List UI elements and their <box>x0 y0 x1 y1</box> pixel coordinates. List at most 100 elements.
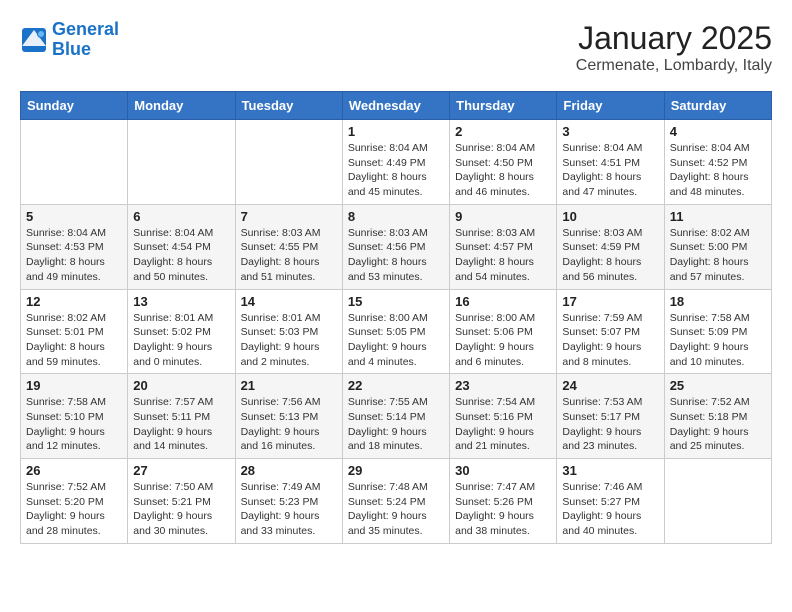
day-info: Sunrise: 7:52 AM Sunset: 5:18 PM Dayligh… <box>670 395 766 454</box>
day-info: Sunrise: 8:04 AM Sunset: 4:52 PM Dayligh… <box>670 141 766 200</box>
day-number: 30 <box>455 463 551 478</box>
day-number: 13 <box>133 294 229 309</box>
calendar-cell: 5Sunrise: 8:04 AM Sunset: 4:53 PM Daylig… <box>21 204 128 289</box>
day-info: Sunrise: 7:46 AM Sunset: 5:27 PM Dayligh… <box>562 480 658 539</box>
calendar-cell: 7 Sunrise: 8:03 AM Sunset: 4:55 PM Daylig… <box>235 204 342 289</box>
day-info: Sunrise: 8:02 AM Sunset: 5:01 PM Dayligh… <box>26 311 122 370</box>
day-info: Sunrise: 8:03 AM Sunset: 4:57 PM Dayligh… <box>455 226 551 285</box>
day-number: 10 <box>562 209 658 224</box>
day-info: Sunrise: 8:04 AM Sunset: 4:50 PM Dayligh… <box>455 141 551 200</box>
day-number: 16 <box>455 294 551 309</box>
logo-icon <box>20 26 48 54</box>
calendar-cell <box>664 459 771 544</box>
day-info: Sunrise: 8:02 AM Sunset: 5:00 PM Dayligh… <box>670 226 766 285</box>
calendar-cell: 30 Sunrise: 7:47 AM Sunset: 5:26 PM Dayli… <box>450 459 557 544</box>
weekday-header: Tuesday <box>235 92 342 120</box>
weekday-header: Friday <box>557 92 664 120</box>
day-info: Sunrise: 7:57 AM Sunset: 5:11 PM Dayligh… <box>133 395 229 454</box>
calendar-cell <box>235 120 342 205</box>
day-number: 25 <box>670 378 766 393</box>
day-info: Sunrise: 7:50 AM Sunset: 5:21 PM Dayligh… <box>133 480 229 539</box>
calendar-cell: 21 Sunrise: 7:56 AM Sunset: 5:13 PM Dayli… <box>235 374 342 459</box>
calendar-week-row: 26 Sunrise: 7:52 AM Sunset: 5:20 PM Dayli… <box>21 459 772 544</box>
day-info: Sunrise: 7:58 AM Sunset: 5:10 PM Dayligh… <box>26 395 122 454</box>
day-number: 2 <box>455 124 551 139</box>
day-number: 22 <box>348 378 444 393</box>
weekday-header: Thursday <box>450 92 557 120</box>
day-number: 31 <box>562 463 658 478</box>
calendar-cell: 6 Sunrise: 8:04 AM Sunset: 4:54 PM Daylig… <box>128 204 235 289</box>
calendar-cell: 28Sunrise: 7:49 AM Sunset: 5:23 PM Dayli… <box>235 459 342 544</box>
day-info: Sunrise: 8:01 AM Sunset: 5:02 PM Dayligh… <box>133 311 229 370</box>
calendar-cell: 12 Sunrise: 8:02 AM Sunset: 5:01 PM Dayli… <box>21 289 128 374</box>
day-number: 12 <box>26 294 122 309</box>
day-number: 23 <box>455 378 551 393</box>
title-block: January 2025 Cermenate, Lombardy, Italy <box>576 20 772 75</box>
day-info: Sunrise: 8:00 AM Sunset: 5:05 PM Dayligh… <box>348 311 444 370</box>
calendar-cell: 11 Sunrise: 8:02 AM Sunset: 5:00 PM Dayli… <box>664 204 771 289</box>
day-info: Sunrise: 7:47 AM Sunset: 5:26 PM Dayligh… <box>455 480 551 539</box>
logo-line1: General <box>52 19 119 39</box>
weekday-header: Wednesday <box>342 92 449 120</box>
day-info: Sunrise: 8:04 AM Sunset: 4:54 PM Dayligh… <box>133 226 229 285</box>
day-number: 11 <box>670 209 766 224</box>
weekday-header: Saturday <box>664 92 771 120</box>
page-header: General Blue January 2025 Cermenate, Lom… <box>20 20 772 75</box>
day-info: Sunrise: 7:49 AM Sunset: 5:23 PM Dayligh… <box>241 480 337 539</box>
day-info: Sunrise: 8:04 AM Sunset: 4:53 PM Dayligh… <box>26 226 122 285</box>
location: Cermenate, Lombardy, Italy <box>576 57 772 75</box>
day-info: Sunrise: 8:03 AM Sunset: 4:55 PM Dayligh… <box>241 226 337 285</box>
calendar-cell: 13 Sunrise: 8:01 AM Sunset: 5:02 PM Dayli… <box>128 289 235 374</box>
calendar-cell <box>128 120 235 205</box>
calendar-cell: 27 Sunrise: 7:50 AM Sunset: 5:21 PM Dayli… <box>128 459 235 544</box>
calendar-cell: 10 Sunrise: 8:03 AM Sunset: 4:59 PM Dayli… <box>557 204 664 289</box>
day-info: Sunrise: 7:55 AM Sunset: 5:14 PM Dayligh… <box>348 395 444 454</box>
calendar-cell: 31 Sunrise: 7:46 AM Sunset: 5:27 PM Dayli… <box>557 459 664 544</box>
day-info: Sunrise: 7:56 AM Sunset: 5:13 PM Dayligh… <box>241 395 337 454</box>
calendar-week-row: 19 Sunrise: 7:58 AM Sunset: 5:10 PM Dayli… <box>21 374 772 459</box>
day-number: 19 <box>26 378 122 393</box>
day-number: 24 <box>562 378 658 393</box>
day-number: 4 <box>670 124 766 139</box>
calendar-cell: 8Sunrise: 8:03 AM Sunset: 4:56 PM Daylig… <box>342 204 449 289</box>
day-info: Sunrise: 8:01 AM Sunset: 5:03 PM Dayligh… <box>241 311 337 370</box>
calendar-cell: 22 Sunrise: 7:55 AM Sunset: 5:14 PM Dayli… <box>342 374 449 459</box>
day-info: Sunrise: 7:58 AM Sunset: 5:09 PM Dayligh… <box>670 311 766 370</box>
day-info: Sunrise: 8:04 AM Sunset: 4:51 PM Dayligh… <box>562 141 658 200</box>
calendar-cell: 19 Sunrise: 7:58 AM Sunset: 5:10 PM Dayli… <box>21 374 128 459</box>
calendar-cell: 15 Sunrise: 8:00 AM Sunset: 5:05 PM Dayli… <box>342 289 449 374</box>
day-info: Sunrise: 7:52 AM Sunset: 5:20 PM Dayligh… <box>26 480 122 539</box>
day-number: 9 <box>455 209 551 224</box>
day-number: 3 <box>562 124 658 139</box>
day-number: 26 <box>26 463 122 478</box>
calendar-cell: 23Sunrise: 7:54 AM Sunset: 5:16 PM Dayli… <box>450 374 557 459</box>
day-number: 21 <box>241 378 337 393</box>
day-info: Sunrise: 7:53 AM Sunset: 5:17 PM Dayligh… <box>562 395 658 454</box>
day-number: 17 <box>562 294 658 309</box>
day-info: Sunrise: 7:59 AM Sunset: 5:07 PM Dayligh… <box>562 311 658 370</box>
calendar-cell <box>21 120 128 205</box>
calendar-week-row: 5Sunrise: 8:04 AM Sunset: 4:53 PM Daylig… <box>21 204 772 289</box>
day-number: 29 <box>348 463 444 478</box>
day-number: 6 <box>133 209 229 224</box>
calendar-header-row: SundayMondayTuesdayWednesdayThursdayFrid… <box>21 92 772 120</box>
calendar-cell: 18 Sunrise: 7:58 AM Sunset: 5:09 PM Dayli… <box>664 289 771 374</box>
day-number: 27 <box>133 463 229 478</box>
day-number: 20 <box>133 378 229 393</box>
day-number: 7 <box>241 209 337 224</box>
calendar-cell: 16Sunrise: 8:00 AM Sunset: 5:06 PM Dayli… <box>450 289 557 374</box>
calendar-cell: 26 Sunrise: 7:52 AM Sunset: 5:20 PM Dayli… <box>21 459 128 544</box>
calendar-cell: 2 Sunrise: 8:04 AM Sunset: 4:50 PM Daylig… <box>450 120 557 205</box>
day-info: Sunrise: 8:03 AM Sunset: 4:59 PM Dayligh… <box>562 226 658 285</box>
day-number: 1 <box>348 124 444 139</box>
logo-text: General Blue <box>52 20 119 60</box>
logo-line2: Blue <box>52 39 91 59</box>
weekday-header: Monday <box>128 92 235 120</box>
calendar-cell: 17 Sunrise: 7:59 AM Sunset: 5:07 PM Dayli… <box>557 289 664 374</box>
day-info: Sunrise: 7:48 AM Sunset: 5:24 PM Dayligh… <box>348 480 444 539</box>
month-title: January 2025 <box>576 20 772 57</box>
calendar-cell: 14Sunrise: 8:01 AM Sunset: 5:03 PM Dayli… <box>235 289 342 374</box>
day-number: 15 <box>348 294 444 309</box>
calendar-cell: 1Sunrise: 8:04 AM Sunset: 4:49 PM Daylig… <box>342 120 449 205</box>
day-number: 18 <box>670 294 766 309</box>
